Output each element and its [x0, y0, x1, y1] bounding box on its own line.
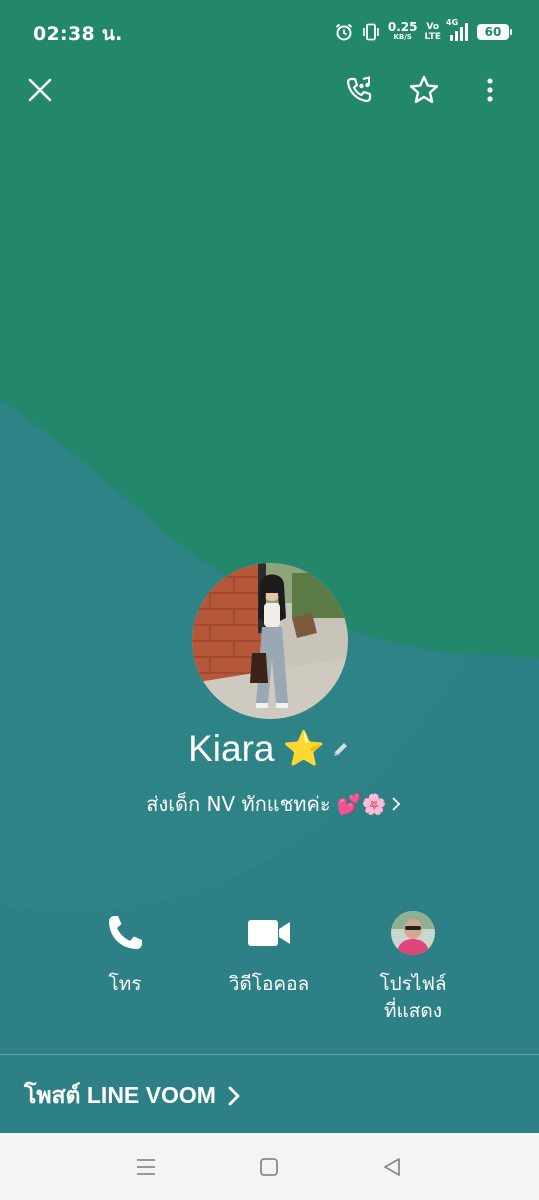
- status-bar: 02:38 น. 0.25 KB/S Vo LTE 4G 60: [0, 0, 539, 62]
- network-type: 4G: [446, 18, 459, 27]
- volte-bottom: LTE: [424, 32, 441, 42]
- status-icons: 0.25 KB/S Vo LTE 4G 60: [334, 16, 512, 48]
- profile-name-row: Kiara ⭐: [0, 728, 539, 770]
- phone-music-icon: [346, 76, 372, 103]
- more-vertical-icon: [487, 78, 493, 102]
- vibrate-icon: [361, 22, 381, 42]
- phone-ringtone-button[interactable]: [339, 70, 379, 110]
- alarm-icon: [334, 22, 354, 42]
- back-icon: [384, 1158, 400, 1176]
- call-label: โทร: [108, 973, 142, 995]
- profile-avatar-mini: [391, 911, 435, 955]
- status-time: 02:38 น.: [33, 23, 123, 45]
- battery-indicator: 60: [477, 24, 512, 40]
- signal-icon: 4G: [446, 18, 470, 42]
- profile-name: Kiara: [188, 728, 275, 769]
- video-call-button[interactable]: วิดีโอคอล: [199, 905, 339, 998]
- chevron-right-icon: [228, 1086, 240, 1106]
- favorite-button[interactable]: [404, 70, 444, 110]
- home-icon: [260, 1158, 278, 1176]
- status-message: ส่งเด็ก NV ทักแชทค่ะ 💕🌸: [146, 792, 387, 816]
- call-button[interactable]: โทร: [55, 905, 195, 998]
- status-message-row[interactable]: ส่งเด็ก NV ทักแชทค่ะ 💕🌸: [0, 788, 539, 820]
- close-button[interactable]: [20, 70, 60, 110]
- home-button[interactable]: [254, 1153, 284, 1181]
- volte-top: Vo: [426, 22, 440, 32]
- edit-pencil-icon[interactable]: [331, 739, 351, 759]
- video-camera-icon: [248, 920, 290, 946]
- volte-indicator: Vo LTE: [424, 22, 441, 42]
- profile-avatar[interactable]: [192, 563, 348, 719]
- displayed-profile-button[interactable]: โปรไฟล์ ที่แสดง: [343, 905, 483, 1025]
- net-speed-value: 0.25: [387, 20, 418, 34]
- star-emoji: ⭐: [282, 729, 325, 769]
- net-speed: 0.25 KB/S: [387, 20, 418, 42]
- back-button[interactable]: [377, 1153, 407, 1181]
- line-voom-link[interactable]: โพสต์ LINE VOOM: [24, 1078, 240, 1114]
- recent-apps-icon: [137, 1159, 155, 1175]
- recent-apps-button[interactable]: [131, 1153, 161, 1181]
- section-divider: [0, 1054, 539, 1055]
- video-call-label: วิดีโอคอล: [228, 973, 310, 995]
- chevron-right-icon: [391, 796, 401, 812]
- more-options-button[interactable]: [470, 70, 510, 110]
- close-icon: [28, 78, 52, 102]
- displayed-profile-label-line1: โปรไฟล์: [379, 973, 447, 995]
- line-voom-label: โพสต์ LINE VOOM: [24, 1082, 216, 1108]
- phone-icon: [109, 916, 142, 949]
- favorite-star-icon: [409, 75, 439, 103]
- displayed-profile-label-line2: ที่แสดง: [384, 1000, 442, 1022]
- system-navigation-bar: [0, 1133, 539, 1200]
- net-speed-unit: KB/S: [393, 33, 412, 41]
